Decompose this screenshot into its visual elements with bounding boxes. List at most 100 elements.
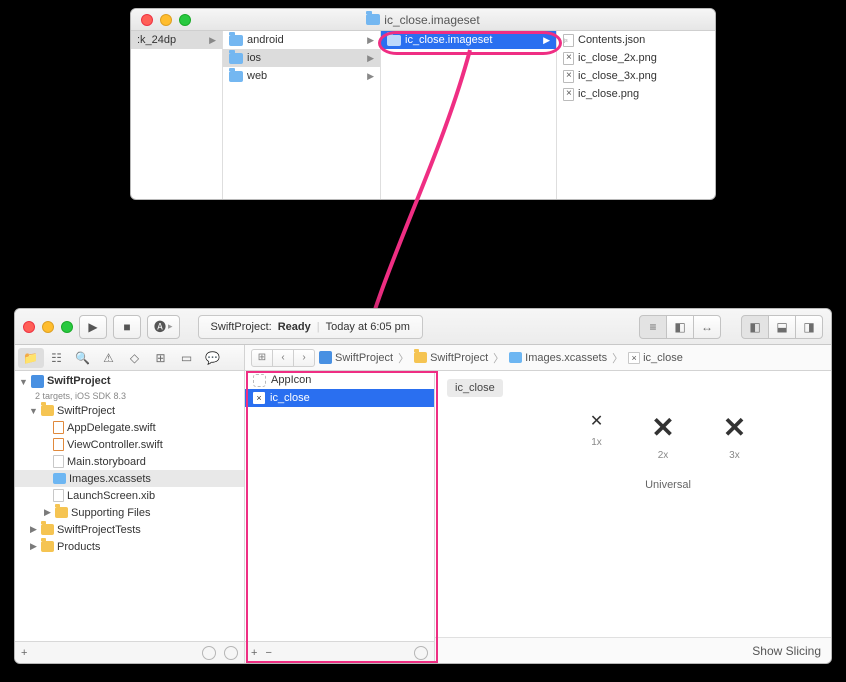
tree-file-row[interactable]: ViewController.swift [15,436,244,453]
chevron-right-icon: 〉 [612,350,623,366]
asset-label: ic_close [270,392,310,404]
toggle-debug-button[interactable]: ⬓ [768,315,796,339]
folder-icon [366,14,380,25]
tree-label: Main.storyboard [67,456,146,468]
tree-file-row[interactable]: Main.storyboard [15,453,244,470]
disclosure-icon[interactable]: ▼ [19,377,28,387]
image-slot-3x[interactable]: ✕ 3x [723,411,746,461]
symbol-navigator-tab[interactable]: ☷ [44,348,70,368]
tree-project-row[interactable]: ▼ SwiftProject [15,373,244,390]
go-forward-button[interactable]: › [293,349,315,367]
disclosure-icon[interactable]: ▶ [43,507,52,518]
show-slicing-button[interactable]: Show Slicing [752,644,821,658]
breakpoint-navigator-tab[interactable]: ▭ [174,348,200,368]
finder-item-ios[interactable]: ios ▶ [223,49,380,67]
folder-icon [387,35,401,46]
asset-label: AppIcon [271,374,311,386]
chevron-right-icon: 〉 [398,350,409,366]
finder-file[interactable]: ic_close_3x.png [557,67,715,85]
remove-button[interactable]: − [265,647,271,659]
image-file-icon [563,52,574,65]
filter-button[interactable] [414,646,428,660]
finder-item-android[interactable]: android ▶ [223,31,380,49]
navigator-selector-bar: 📁 ☷ 🔍 ⚠ ◇ ⊞ ▭ 💬 ⊞ ‹ › SwiftProject 〉 Swi… [15,345,831,371]
image-file-icon [563,70,574,83]
toggle-navigator-button[interactable]: ◧ [741,315,769,339]
finder-item-label: Contents.json [578,34,645,46]
version-editor-icon: ↔ [700,320,714,334]
maximize-icon[interactable] [179,14,191,26]
disclosure-icon[interactable]: ▶ [29,541,38,552]
finder-file[interactable]: ic_close_2x.png [557,49,715,67]
close-icon: ✕ [723,411,746,444]
bottom-panel-icon: ⬓ [775,320,789,334]
finder-item-web[interactable]: web ▶ [223,67,380,85]
finder-file[interactable]: Contents.json [557,31,715,49]
image-slot-1x[interactable]: ✕ 1x [590,411,603,461]
report-navigator-tab[interactable]: 💬 [200,348,226,368]
minimize-icon[interactable] [160,14,172,26]
minimize-icon[interactable] [42,321,54,333]
debug-navigator-tab[interactable]: ⊞ [148,348,174,368]
add-button[interactable]: + [251,647,257,659]
finder-file[interactable]: ic_close.png [557,85,715,103]
asset-list: AppIcon × ic_close + − [245,371,435,663]
filter-scm-button[interactable] [224,646,238,660]
folder-icon: 📁 [23,351,38,365]
finder-item-imageset[interactable]: ic_close.imageset ▶ [381,31,556,49]
folder-icon [229,71,243,82]
add-button[interactable]: + [21,647,27,659]
maximize-icon[interactable] [61,321,73,333]
version-editor-button[interactable]: ↔ [693,315,721,339]
asset-row-appicon[interactable]: AppIcon [245,371,434,389]
left-panel-icon: ◧ [748,320,762,334]
close-icon[interactable] [141,14,153,26]
tree-file-row[interactable]: AppDelegate.swift [15,419,244,436]
project-navigator-tab[interactable]: 📁 [18,348,44,368]
assistant-editor-button[interactable]: ◧ [666,315,694,339]
project-name: SwiftProject [47,376,111,387]
standard-editor-button[interactable]: ≡ [639,315,667,339]
json-file-icon [563,34,574,47]
toggle-utilities-button[interactable]: ◨ [795,315,823,339]
panel-toggle-segment: ◧ ⬓ ◨ [741,315,823,339]
go-back-button[interactable]: ‹ [272,349,294,367]
run-button[interactable]: ▶ [79,315,107,339]
related-items-button[interactable]: ⊞ [251,349,273,367]
tree-group-row[interactable]: ▶ Products [15,538,244,555]
tree-group-row[interactable]: ▶ SwiftProjectTests [15,521,244,538]
image-slot-2x[interactable]: ✕ 2x [651,411,674,461]
tree-group-row[interactable]: ▶ Supporting Files [15,504,244,521]
tree-label: ViewController.swift [67,439,163,451]
finder-item[interactable]: :k_24dp ▶ [131,31,222,49]
disclosure-icon[interactable]: ▶ [29,524,38,535]
filter-recent-button[interactable] [202,646,216,660]
folder-icon [229,53,243,64]
finder-item-label: ic_close_3x.png [578,70,657,82]
swift-file-icon [53,421,64,434]
play-icon: ▶ [88,320,97,334]
find-navigator-tab[interactable]: 🔍 [70,348,96,368]
project-navigator: ▼ SwiftProject 2 targets, iOS SDK 8.3 ▼ … [15,371,245,663]
scheme-selector[interactable]: 🅐 ▸ [147,315,180,339]
status-state: Ready [278,321,311,333]
breakpoint-icon: ▭ [181,351,192,365]
asset-row-icclose[interactable]: × ic_close [245,389,434,407]
image-slots: ✕ 1x ✕ 2x ✕ 3x Universal [525,411,811,491]
project-tree: ▼ SwiftProject 2 targets, iOS SDK 8.3 ▼ … [15,371,244,641]
imageset-icon: × [628,352,640,364]
test-navigator-tab[interactable]: ◇ [122,348,148,368]
stop-button[interactable]: ■ [113,315,141,339]
tree-file-row[interactable]: Images.xcassets [15,470,244,487]
folder-icon [41,541,54,552]
asset-title: ic_close [447,379,503,397]
close-icon[interactable] [23,321,35,333]
disclosure-icon[interactable]: ▼ [29,406,38,416]
status-separator: | [317,321,320,333]
tree-file-row[interactable]: LaunchScreen.xib [15,487,244,504]
breadcrumb[interactable]: SwiftProject 〉 SwiftProject 〉 Images.xca… [319,350,683,366]
tree-label: Images.xcassets [69,473,151,485]
tree-group-row[interactable]: ▼ SwiftProject [15,402,244,419]
grid-icon: ⊞ [258,352,266,363]
issue-navigator-tab[interactable]: ⚠ [96,348,122,368]
